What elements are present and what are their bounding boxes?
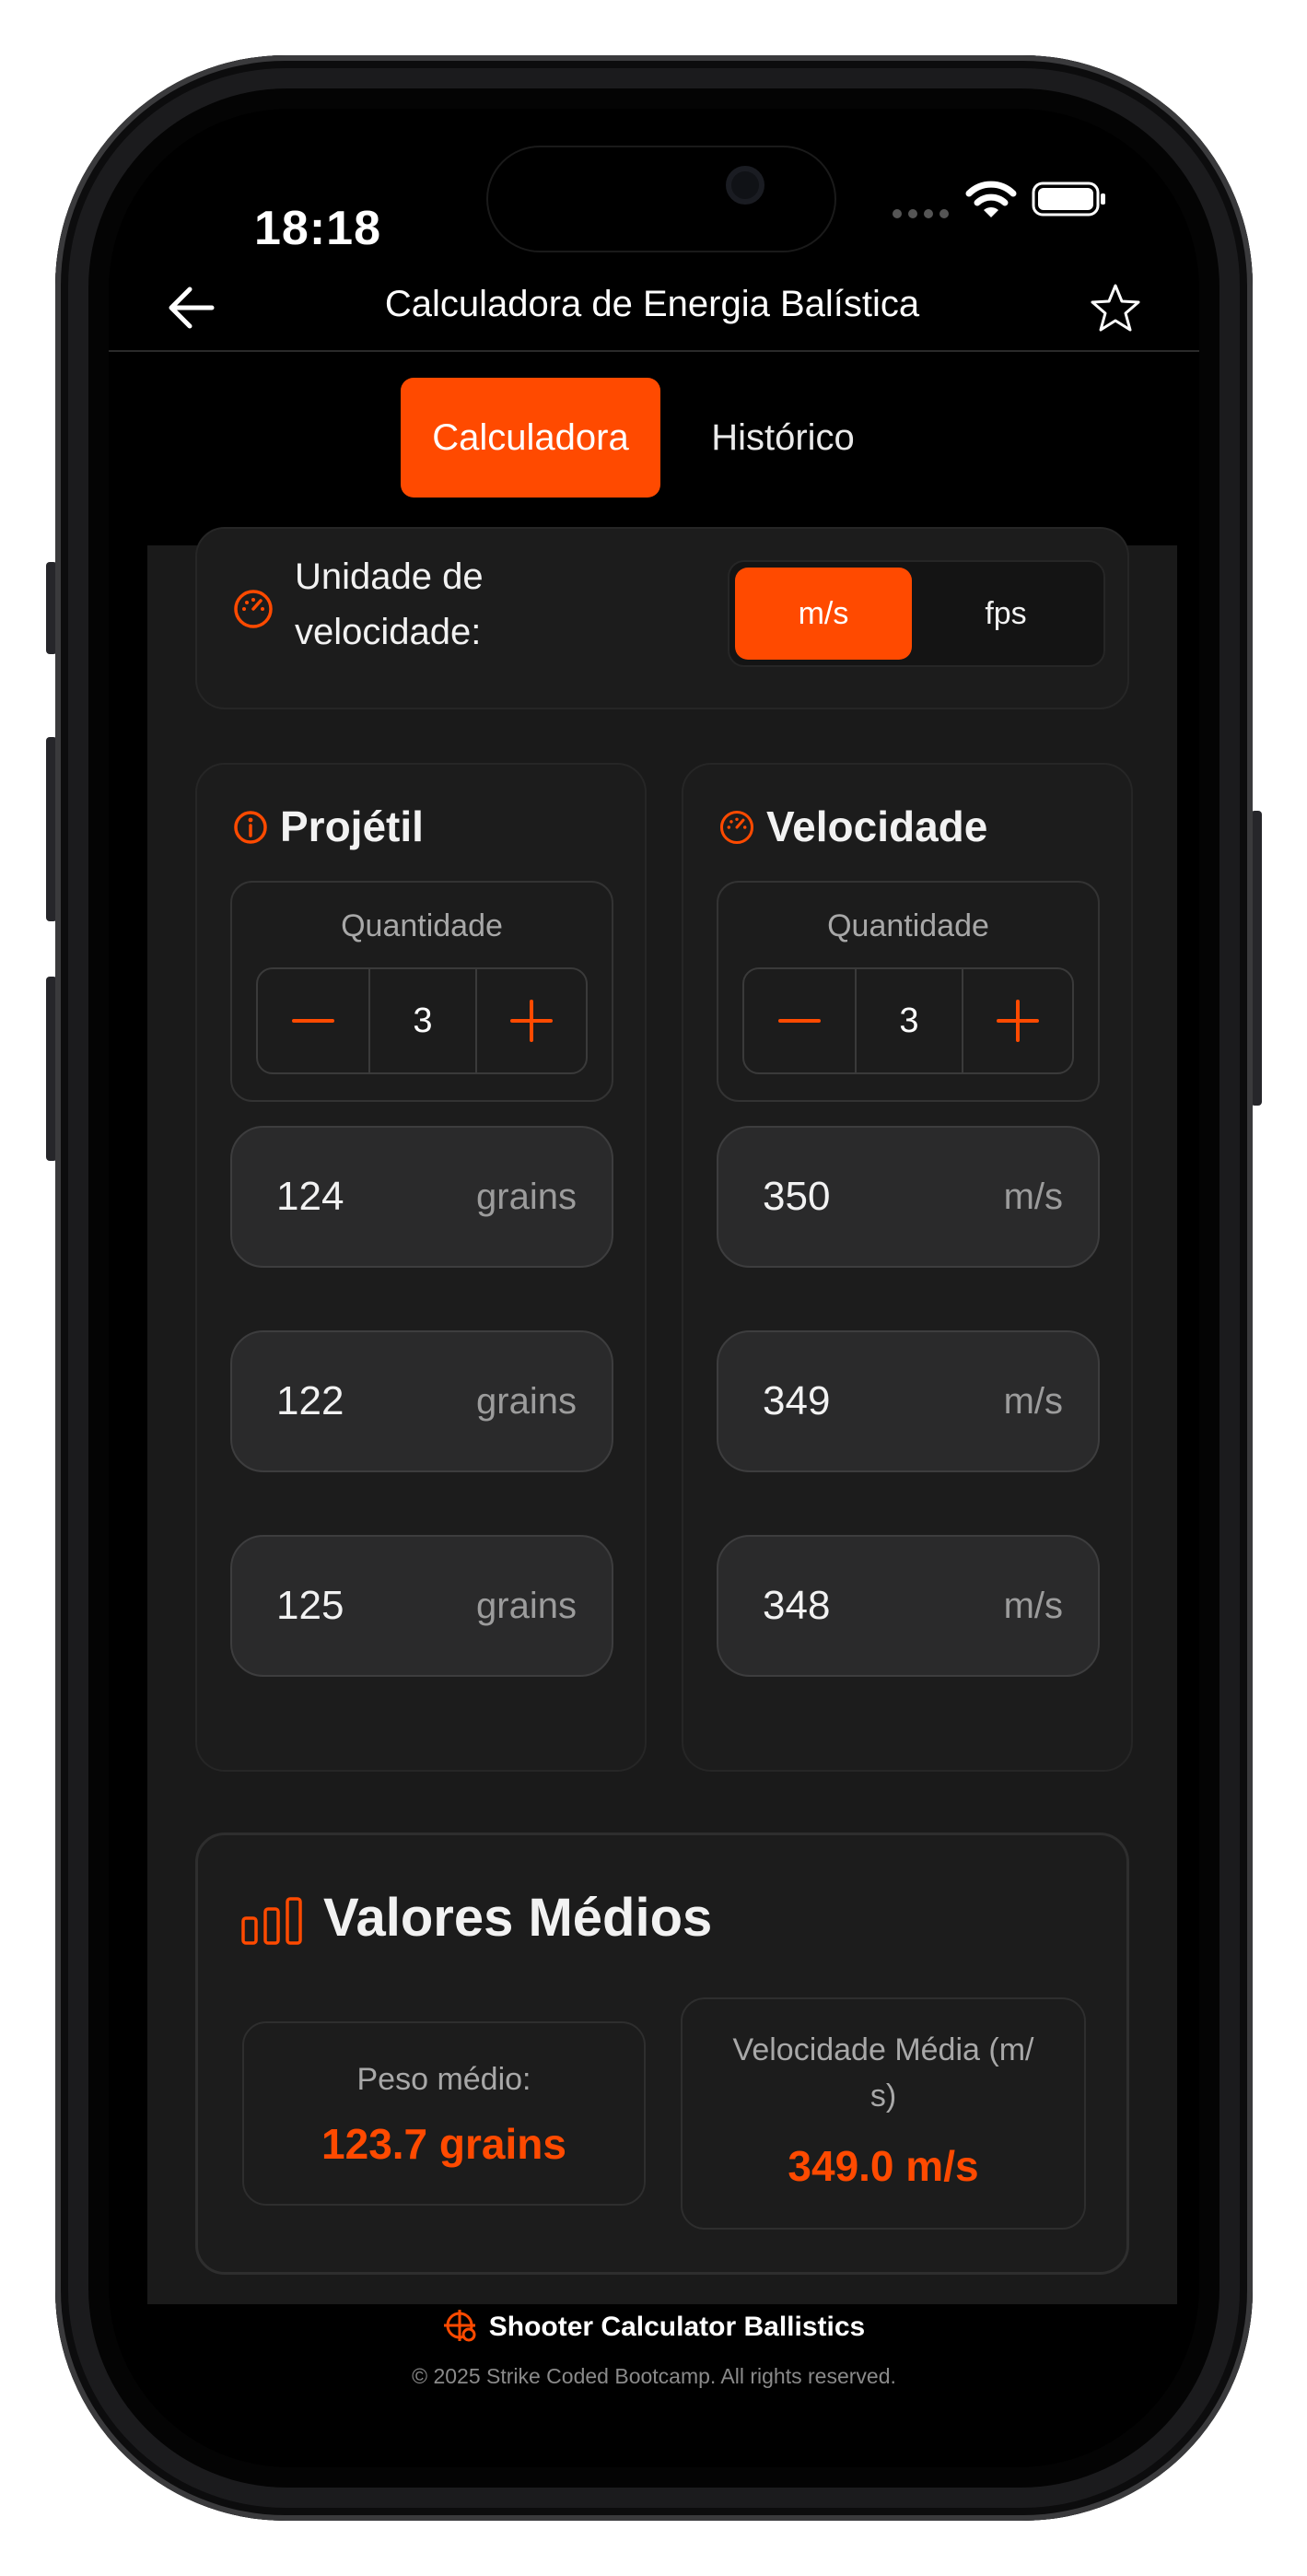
average-speed-label-line2: s) [869, 2078, 897, 2113]
projectile-quantity-box: Quantidade 3 [230, 881, 613, 1102]
velocity-unit-card: Unidade de velocidade: m/s fps [195, 527, 1129, 709]
projectile-weight-unit: grains [476, 1381, 577, 1422]
page-title: Calculadora de Energia Balística [384, 284, 920, 324]
velocity-quantity-label: Quantidade [827, 908, 989, 943]
velocity-decrement-button[interactable] [744, 969, 855, 1072]
battery-icon [1032, 181, 1105, 217]
tab-label: Calculadora [432, 416, 629, 458]
velocity-unit: m/s [1003, 1586, 1063, 1626]
projectile-weight-value: 124 [276, 1174, 344, 1219]
projectile-weight-unit: grains [476, 1177, 577, 1217]
velocity-card: Velocidade Quantidade 3 350 m/s 349 m/s … [682, 763, 1133, 1772]
velocity-increment-button[interactable] [963, 969, 1072, 1072]
tab-historico[interactable]: Histórico [672, 378, 893, 498]
unit-option-ms[interactable]: m/s [735, 568, 912, 660]
velocity-unit: m/s [1003, 1177, 1063, 1217]
front-camera [726, 166, 764, 205]
average-speed-label-line1: Velocidade Média (m/ [732, 2032, 1034, 2067]
averages-title: Valores Médios [323, 1888, 713, 1948]
signal-dots-icon [893, 209, 949, 218]
velocity-unit: m/s [1003, 1381, 1063, 1422]
velocity-quantity-value[interactable]: 3 [857, 969, 962, 1072]
plus-icon [510, 1000, 553, 1042]
content-panel: Unidade de velocidade: m/s fps Projétil … [147, 527, 1177, 2304]
projectile-weight-value: 125 [276, 1583, 344, 1628]
velocity-value: 348 [763, 1583, 831, 1628]
average-weight-label: Peso médio: [356, 2062, 531, 2097]
projectile-increment-button[interactable] [477, 969, 586, 1072]
velocity-unit-label-line1: Unidade de [295, 556, 484, 597]
back-arrow-icon[interactable] [166, 282, 217, 334]
bar-chart-icon [241, 1897, 302, 1945]
speedometer-icon [719, 810, 754, 845]
minus-icon [292, 1019, 334, 1023]
average-speed-value: 349.0 m/s [788, 2142, 979, 2190]
minus-icon [778, 1019, 821, 1023]
average-weight-value: 123.7 grains [321, 2120, 566, 2168]
projectile-card: Projétil Quantidade 3 124 grains 122 gra… [195, 763, 647, 1772]
average-speed-box: Velocidade Média (m/ s) 349.0 m/s [681, 1997, 1086, 2230]
dynamic-island [486, 146, 836, 252]
plus-icon [997, 1000, 1039, 1042]
projectile-weight-value: 122 [276, 1378, 344, 1423]
speedometer-icon [234, 590, 273, 628]
velocity-value-field[interactable]: 350 m/s [717, 1126, 1100, 1268]
projectile-quantity-value[interactable]: 3 [370, 969, 475, 1072]
tab-label: Histórico [711, 416, 855, 458]
phone-screen: 18:18 Calculadora de Energia Balística C… [109, 109, 1199, 2467]
velocity-value: 350 [763, 1174, 831, 1219]
projectile-weight-field[interactable]: 124 grains [230, 1126, 613, 1268]
velocity-value-field[interactable]: 349 m/s [717, 1330, 1100, 1472]
velocity-title: Velocidade [766, 802, 988, 850]
header-divider [109, 350, 1199, 352]
projectile-quantity-stepper: 3 [256, 967, 588, 1074]
projectile-weight-unit: grains [476, 1586, 577, 1626]
projectile-decrement-button[interactable] [258, 969, 368, 1072]
unit-option-fps[interactable]: fps [917, 568, 1094, 660]
footer-brand-text: Shooter Calculator Ballistics [488, 2312, 866, 2342]
projectile-weight-field[interactable]: 125 grains [230, 1535, 613, 1677]
averages-card: Valores Médios Peso médio: 123.7 grains … [195, 1832, 1129, 2275]
crosshair-icon [443, 2310, 476, 2342]
velocity-unit-toggle: m/s fps [728, 560, 1105, 667]
velocity-value: 349 [763, 1378, 831, 1423]
average-weight-box: Peso médio: 123.7 grains [242, 2021, 646, 2206]
info-icon [234, 811, 267, 844]
velocity-unit-label-line2: velocidade: [295, 612, 482, 652]
velocity-quantity-box: Quantidade 3 [717, 881, 1100, 1102]
projectile-quantity-label: Quantidade [341, 908, 503, 943]
footer-copyright: © 2025 Strike Coded Bootcamp. All rights… [412, 2364, 896, 2388]
velocity-value-field[interactable]: 348 m/s [717, 1535, 1100, 1677]
projectile-weight-field[interactable]: 122 grains [230, 1330, 613, 1472]
tab-calculadora[interactable]: Calculadora [401, 378, 660, 498]
velocity-quantity-stepper: 3 [742, 967, 1074, 1074]
projectile-title: Projétil [280, 802, 424, 850]
wifi-icon [965, 181, 1017, 217]
star-icon[interactable] [1089, 282, 1142, 335]
status-time: 18:18 [254, 202, 381, 255]
footer-brand: Shooter Calculator Ballistics [109, 2309, 1199, 2364]
